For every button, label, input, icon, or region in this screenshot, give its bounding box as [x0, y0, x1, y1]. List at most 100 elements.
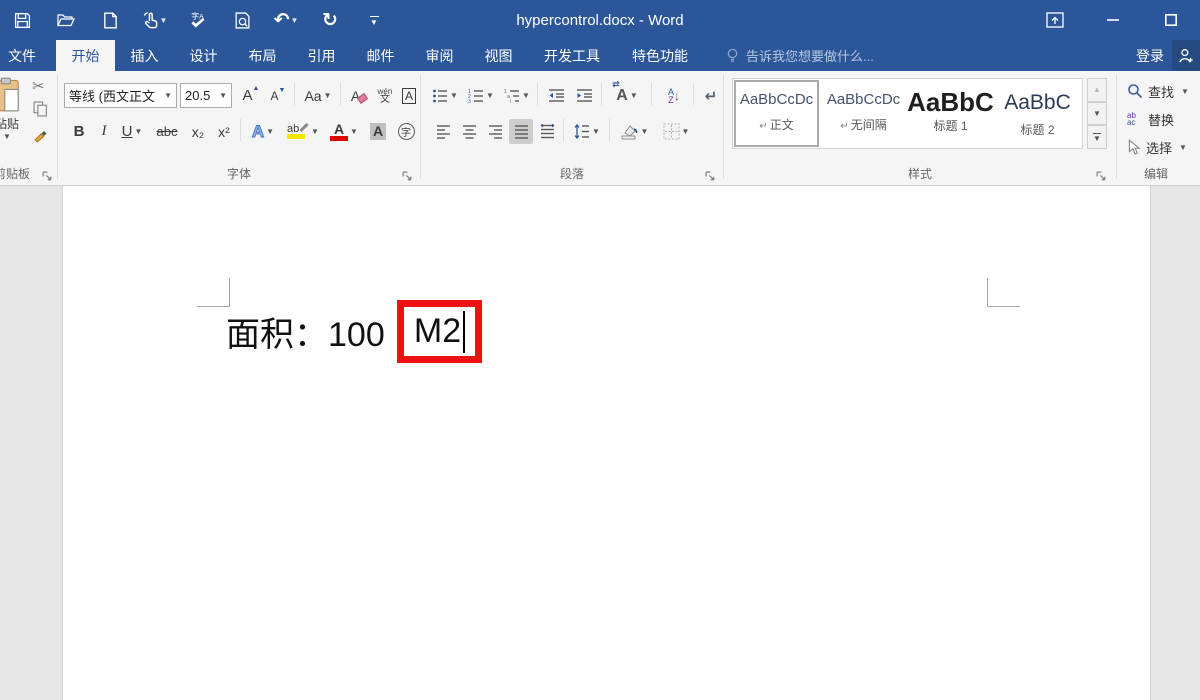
account-button[interactable] [1172, 40, 1200, 71]
asian-layout-button[interactable]: A ⇄ ▼ [607, 83, 647, 108]
phonetic-guide-button[interactable]: wén 文 [374, 83, 396, 108]
minimize-icon[interactable] [1084, 0, 1142, 40]
multilevel-list-button[interactable]: 1ai ▼ [501, 83, 533, 108]
format-painter-icon[interactable] [33, 127, 49, 148]
save-icon[interactable] [0, 0, 44, 40]
style-item-no-spacing[interactable]: AaBbCcDc ↵无间隔 [820, 79, 907, 148]
open-icon[interactable] [44, 0, 88, 40]
strikethrough-button[interactable]: abc [152, 119, 182, 144]
style-item-normal[interactable]: AaBbCcDc ↵正文 [733, 79, 820, 148]
numbering-button[interactable]: 123 ▼ [465, 83, 497, 108]
document-page[interactable]: 面积：100 M2 [62, 186, 1151, 700]
chevron-down-icon: ▼ [311, 127, 319, 136]
paste-label: 粘贴 [0, 118, 30, 130]
spelling-check-icon[interactable]: 字 A [176, 0, 220, 40]
sign-in-button[interactable]: 登录 [1136, 40, 1164, 71]
new-document-icon[interactable] [88, 0, 132, 40]
select-button[interactable]: 选择 ▼ [1127, 135, 1187, 159]
clear-formatting-button[interactable]: A [346, 83, 372, 108]
align-right-button[interactable] [483, 119, 507, 144]
gallery-more-icon[interactable]: ▼ [1087, 125, 1107, 149]
style-item-heading2[interactable]: AaBbC 标题 2 [994, 79, 1081, 148]
cut-icon[interactable]: ✂ [32, 77, 45, 95]
subscript-button[interactable]: x₂ [186, 119, 210, 144]
line-spacing-button[interactable]: ▼ [569, 119, 605, 144]
italic-button[interactable]: I [94, 119, 114, 144]
tab-design[interactable]: 设计 [174, 40, 233, 71]
bullets-button[interactable]: ▼ [429, 83, 461, 108]
chevron-down-icon: ▼ [522, 91, 530, 100]
annotation-red-box: M2 [397, 300, 482, 363]
group-label-styles: 样式 [724, 165, 1116, 182]
borders-button[interactable]: ▼ [657, 119, 695, 144]
increase-indent-button[interactable] [571, 83, 597, 108]
ribbon: 粘贴 ▼ ✂ 剪贴板 等线 (西文正文 ▼ 20.5 [0, 71, 1200, 186]
scroll-down-icon[interactable]: ▼ [1087, 102, 1107, 126]
font-color-button[interactable]: A ▼ [326, 119, 362, 144]
chevron-down-icon: ▼ [291, 16, 299, 25]
document-text-boxed: M2 [414, 312, 461, 351]
svg-text:i: i [510, 99, 511, 104]
text-cursor [463, 311, 465, 353]
text-highlight-button[interactable]: ab ▼ [284, 119, 322, 144]
person-add-icon [1177, 47, 1195, 65]
touch-mode-icon[interactable]: ▼ [132, 0, 176, 40]
dialog-launcher-icon[interactable] [402, 169, 414, 181]
underline-button[interactable]: U ▼ [116, 119, 148, 144]
tab-mailings[interactable]: 邮件 [351, 40, 410, 71]
tab-review[interactable]: 审阅 [410, 40, 469, 71]
character-shading-button[interactable]: A [366, 119, 390, 144]
shading-button[interactable]: ▼ [615, 119, 653, 144]
chevron-down-icon: ▼ [682, 127, 690, 136]
enclose-characters-button[interactable]: 字 [394, 119, 418, 144]
character-border-button[interactable]: A [398, 83, 420, 108]
chevron-down-icon: ▼ [1179, 143, 1187, 152]
print-preview-icon[interactable] [220, 0, 264, 40]
chevron-down-icon: ▼ [219, 91, 227, 100]
group-paragraph: ▼ 123 ▼ 1ai ▼ [421, 71, 723, 185]
tab-insert[interactable]: 插入 [115, 40, 174, 71]
font-size-combo[interactable]: 20.5 ▼ [180, 83, 232, 108]
undo-icon[interactable]: ↶ ▼ [264, 0, 308, 40]
paste-button[interactable]: 粘贴 ▼ [0, 77, 30, 141]
document-text: 面积：100 [226, 300, 385, 363]
tab-special-features[interactable]: 特色功能 [616, 40, 704, 71]
redo-icon[interactable]: ↻ [308, 0, 352, 40]
customize-quick-access-icon[interactable]: ▼ [352, 0, 396, 40]
shrink-font-button[interactable]: A▼ [266, 83, 290, 108]
dialog-launcher-icon[interactable] [705, 169, 717, 181]
ribbon-display-options-icon[interactable] [1026, 0, 1084, 40]
tab-view[interactable]: 视图 [469, 40, 528, 71]
tab-layout[interactable]: 布局 [233, 40, 292, 71]
text-effects-button[interactable]: A ▼ [246, 119, 280, 144]
copy-icon[interactable] [33, 101, 48, 122]
dialog-launcher-icon[interactable] [42, 169, 54, 181]
font-name-combo[interactable]: 等线 (西文正文 ▼ [64, 83, 177, 108]
sort-button[interactable]: A Z ↓ [659, 83, 689, 108]
chevron-down-icon: ▼ [592, 127, 600, 136]
tab-file[interactable]: 文件 [0, 40, 44, 71]
chevron-down-icon: ▼ [350, 127, 358, 136]
dialog-launcher-icon[interactable] [1096, 169, 1108, 181]
align-center-button[interactable] [457, 119, 481, 144]
tab-home[interactable]: 开始 [56, 40, 115, 71]
scroll-up-icon[interactable]: ▲ [1087, 78, 1107, 102]
svg-text:字: 字 [191, 11, 199, 21]
grow-font-button[interactable]: A▲ [238, 83, 264, 108]
tab-developer[interactable]: 开发工具 [528, 40, 616, 71]
tell-me-box[interactable]: 告诉我您想要做什么... [726, 40, 874, 71]
change-case-button[interactable]: Aa▼ [300, 83, 336, 108]
justify-button[interactable] [509, 119, 533, 144]
replace-button[interactable]: ab ac 替换 [1127, 107, 1174, 131]
show-marks-button[interactable]: ↵ [699, 83, 723, 108]
group-editing: 查找 ▼ ab ac 替换 选择 ▼ 编辑 [1117, 71, 1200, 185]
superscript-button[interactable]: x² [212, 119, 236, 144]
maximize-icon[interactable] [1142, 0, 1200, 40]
style-item-heading1[interactable]: AaBbC 标题 1 [907, 79, 994, 148]
align-left-button[interactable] [431, 119, 455, 144]
distribute-button[interactable] [535, 119, 559, 144]
tab-references[interactable]: 引用 [292, 40, 351, 71]
find-button[interactable]: 查找 ▼ [1127, 79, 1189, 103]
decrease-indent-button[interactable] [543, 83, 569, 108]
bold-button[interactable]: B [68, 119, 90, 144]
